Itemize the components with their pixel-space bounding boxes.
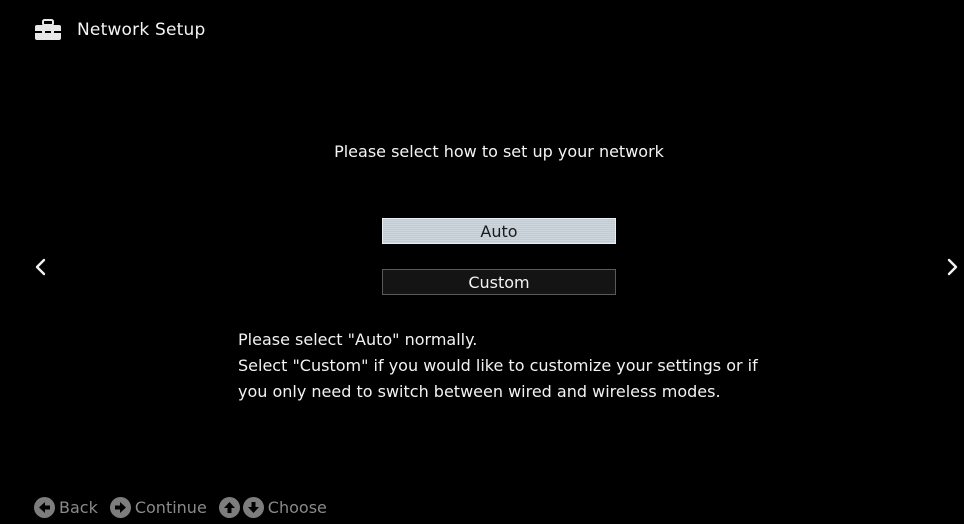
continue-label: Continue [134,497,207,517]
help-line: Select "Custom" if you would like to cus… [238,356,758,375]
custom-option-button[interactable]: Custom [382,269,616,295]
auto-option-button[interactable]: Auto [382,218,616,244]
toolbox-icon [34,19,62,41]
circle-arrow-left-icon [34,496,55,518]
circle-arrow-up-icon [218,496,240,518]
help-line: you only need to switch between wired an… [238,382,721,401]
auto-option-label: Auto [480,221,518,241]
help-text: Please select "Auto" normally. Select "C… [238,327,798,405]
choose-label: Choose [267,497,327,517]
help-line: Please select "Auto" normally. [238,330,478,349]
circle-arrow-right-icon [109,496,131,518]
circle-arrow-down-icon [242,496,264,518]
setup-prompt: Please select how to set up your network [334,142,664,161]
header: Network Setup [34,17,205,43]
back-label: Back [59,497,98,517]
footer-hints: Back Continue Choose [34,496,339,518]
continue-hint[interactable]: Continue [109,496,207,518]
choose-hint[interactable]: Choose [218,496,327,518]
chevron-left-icon[interactable] [33,257,49,277]
custom-option-label: Custom [468,272,530,292]
back-hint[interactable]: Back [34,496,98,518]
chevron-right-icon[interactable] [944,257,960,277]
page-title: Network Setup [77,20,206,40]
